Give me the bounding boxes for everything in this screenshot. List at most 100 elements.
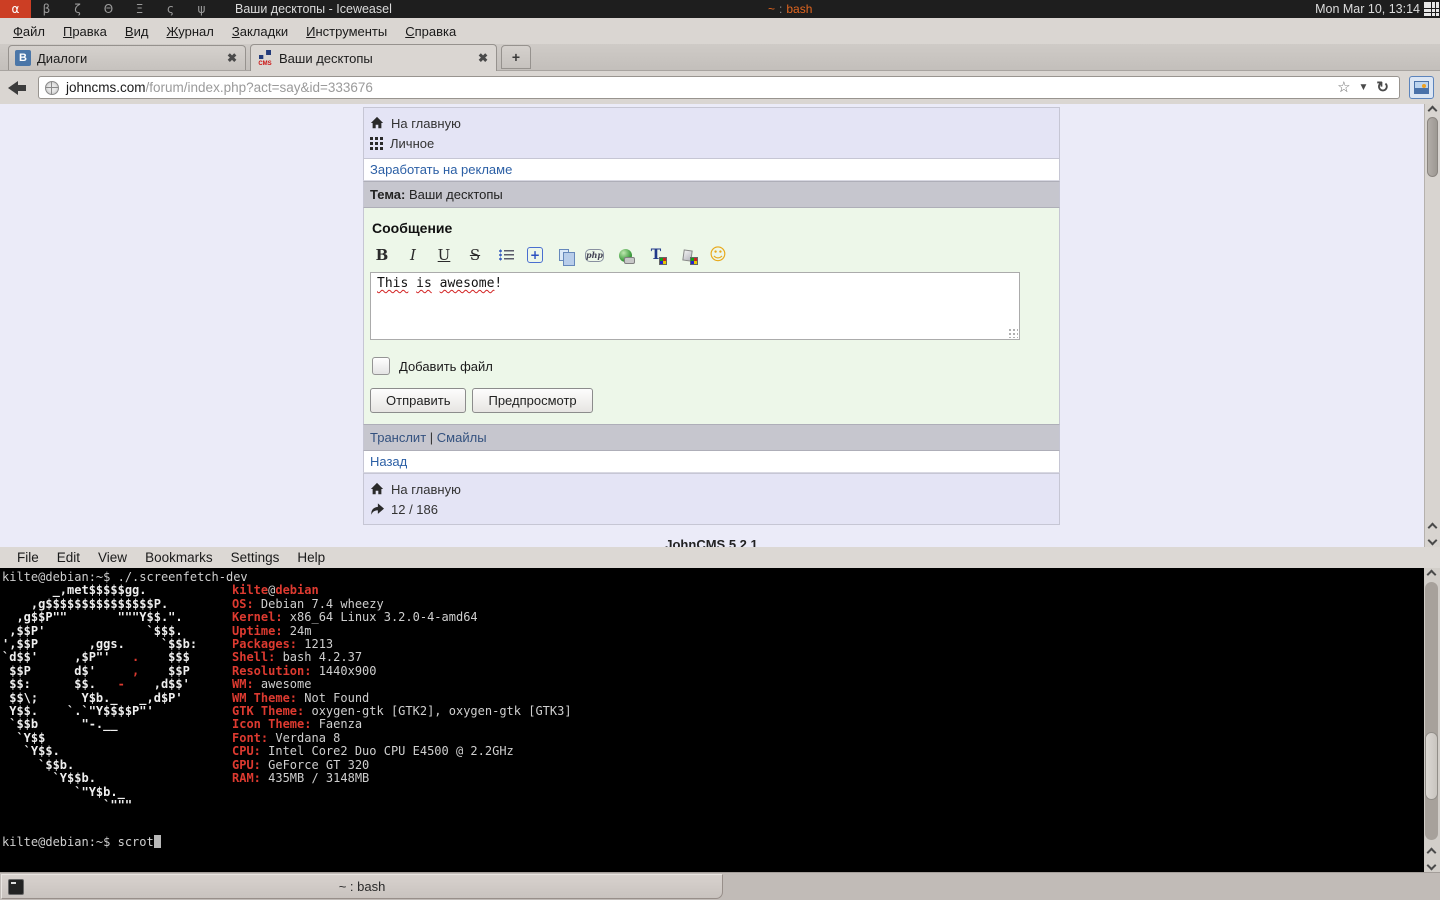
terminal-menu-item-4[interactable]: Bookmarks (136, 550, 222, 565)
fill-color-icon[interactable] (677, 246, 697, 264)
terminal-menu-item-5[interactable]: Settings (222, 550, 289, 565)
terminal-menu-item-6[interactable]: Help (288, 550, 334, 565)
johncms-favicon-icon: CMS (257, 50, 273, 66)
scroll-down-arrow[interactable] (1425, 534, 1440, 547)
url-bar[interactable]: johncms.com /forum/index.php?act=say&id=… (38, 76, 1400, 99)
back-row: Назад (363, 451, 1060, 473)
browser-menu-item-6[interactable]: Инструменты (297, 24, 396, 39)
topic-title: Ваши десктопы (405, 187, 502, 202)
scrollbar-thumb[interactable] (1427, 117, 1438, 177)
browser-menu-item-2[interactable]: Правка (54, 24, 116, 39)
smiley-icon[interactable]: ☺ (708, 246, 728, 264)
preview-button[interactable]: Предпросмотр (472, 388, 592, 413)
scroll-up-arrow[interactable] (1425, 521, 1440, 534)
message-textarea[interactable]: This is awesome! (370, 272, 1020, 340)
tab-your-desktops[interactable]: CMS Ваши десктопы ✖ (250, 44, 497, 71)
navigation-bar: johncms.com /forum/index.php?act=say&id=… (0, 71, 1440, 104)
tab-dialogs[interactable]: В Диалоги ✖ (8, 45, 246, 70)
browser-menu-item-5[interactable]: Закладки (223, 24, 297, 39)
scroll-up-arrow[interactable] (1425, 104, 1440, 117)
workspace-tag-6[interactable]: ς (155, 0, 186, 18)
browser-menu-item-4[interactable]: Журнал (157, 24, 222, 39)
terminal-command-line: kilte@debian:~$ ./.screenfetch-dev (0, 568, 1440, 584)
attach-row: Добавить файл (370, 357, 1053, 375)
tasklist-item-bash[interactable]: ~ : bash (768, 0, 812, 18)
browser-menu-item-1[interactable]: Файл (4, 24, 54, 39)
page-footer: JohnCMS 5.2.1 827 ↗ (363, 537, 1060, 547)
topic-label: Тема: (370, 187, 405, 202)
font-color-icon[interactable]: T (646, 246, 666, 264)
new-tab-button[interactable]: + (501, 45, 531, 69)
scroll-down-arrow[interactable] (1424, 859, 1439, 872)
url-dropdown-icon[interactable]: ▼ (1355, 83, 1373, 93)
browser-scrollbar[interactable] (1424, 104, 1440, 547)
clock: Mon Mar 10, 13:14 (1315, 0, 1420, 18)
workspace-tag-3[interactable]: ζ (62, 0, 93, 18)
php-code-icon[interactable]: php (585, 249, 604, 262)
vk-favicon-icon: В (15, 50, 31, 66)
strike-icon[interactable]: S (465, 246, 485, 264)
layout-icon[interactable] (1424, 2, 1439, 16)
url-path: /forum/index.php?act=say&id=333676 (146, 80, 1334, 95)
underline-icon[interactable]: U (434, 246, 454, 264)
earn-on-ads-link[interactable]: Заработать на рекламе (370, 162, 512, 177)
list-icon[interactable] (496, 246, 516, 264)
browser-menu-item-7[interactable]: Справка (396, 24, 465, 39)
page-nav-top: На главную Личное (363, 107, 1060, 159)
submit-button[interactable]: Отправить (370, 388, 466, 413)
terminal-prompt-line: kilte@debian:~$ scrot (0, 835, 1440, 849)
close-tab-icon[interactable]: ✖ (476, 51, 490, 65)
nav-home-link[interactable]: На главную (370, 479, 1053, 499)
nav-home-link[interactable]: На главную (370, 113, 1053, 133)
terminal-menu-item-2[interactable]: Edit (48, 550, 89, 565)
terminal-menu-item-3[interactable]: View (89, 550, 136, 565)
reload-icon[interactable]: ↻ (1372, 80, 1393, 95)
workspace-tag-5[interactable]: Ξ (124, 0, 155, 18)
grid-icon (370, 137, 383, 150)
italic-icon[interactable]: I (403, 246, 423, 264)
workspace-tag-2[interactable]: β (31, 0, 62, 18)
translit-link[interactable]: Транслит (370, 430, 426, 445)
scrollbar-track[interactable] (1425, 582, 1438, 840)
image-extension-button[interactable] (1409, 76, 1434, 99)
insert-link-icon[interactable] (615, 246, 635, 264)
resize-grip[interactable] (1008, 328, 1018, 338)
page-position-link[interactable]: 12 / 186 (370, 499, 1053, 519)
bold-icon[interactable]: B (372, 246, 392, 264)
awesome-wibar: αβζΘΞςψ Ваши десктопы - Iceweasel ~ : ba… (0, 0, 1440, 18)
back-link[interactable]: Назад (370, 454, 407, 469)
reply-form: Сообщение BIUS+phpT☺ This is awesome! До… (363, 208, 1060, 424)
home-icon (370, 482, 384, 496)
spoiler-plus-icon[interactable]: + (527, 247, 543, 263)
scroll-up-arrow[interactable] (1424, 568, 1439, 581)
bottom-taskbar: ~ : bash (0, 872, 1440, 900)
konsole-window: FileEditViewBookmarksSettingsHelp kilte@… (0, 547, 1440, 872)
home-icon (370, 116, 384, 130)
attach-file-checkbox[interactable] (372, 357, 390, 375)
terminal-cursor (154, 835, 161, 848)
task-dir: ~ (768, 2, 775, 16)
site-identity-icon[interactable] (45, 81, 59, 95)
task-sep: : (775, 2, 786, 16)
workspace-tag-7[interactable]: ψ (186, 0, 217, 18)
copy-icon[interactable] (554, 246, 574, 264)
picture-icon (1414, 81, 1429, 94)
scroll-up-arrow[interactable] (1424, 846, 1439, 859)
workspace-tag-1[interactable]: α (0, 0, 31, 18)
tools-row: Транслит | Смайлы (363, 424, 1060, 451)
browser-menu-item-3[interactable]: Вид (116, 24, 158, 39)
scrollbar-thumb[interactable] (1425, 732, 1438, 800)
workspace-tag-4[interactable]: Θ (93, 0, 124, 18)
screenfetch-art: _,met$$$$$gg. ,g$$$$$$$$$$$$$$$P. ,g$$P"… (2, 584, 197, 812)
terminal-menu-item-1[interactable]: File (8, 550, 48, 565)
ad-row: Заработать на рекламе (363, 159, 1060, 181)
back-button[interactable] (6, 78, 30, 98)
close-tab-icon[interactable]: ✖ (225, 51, 239, 65)
bookmark-star-icon[interactable]: ☆ (1333, 80, 1354, 95)
nav-personal-link[interactable]: Личное (370, 133, 1053, 153)
johncms-brand: JohnCMS 5.2.1 (363, 537, 1060, 547)
workspace-tags: αβζΘΞςψ (0, 0, 217, 18)
taskbar-item-bash[interactable]: ~ : bash (1, 874, 723, 899)
smileys-link[interactable]: Смайлы (437, 430, 487, 445)
terminal-scrollbar[interactable] (1424, 568, 1440, 872)
